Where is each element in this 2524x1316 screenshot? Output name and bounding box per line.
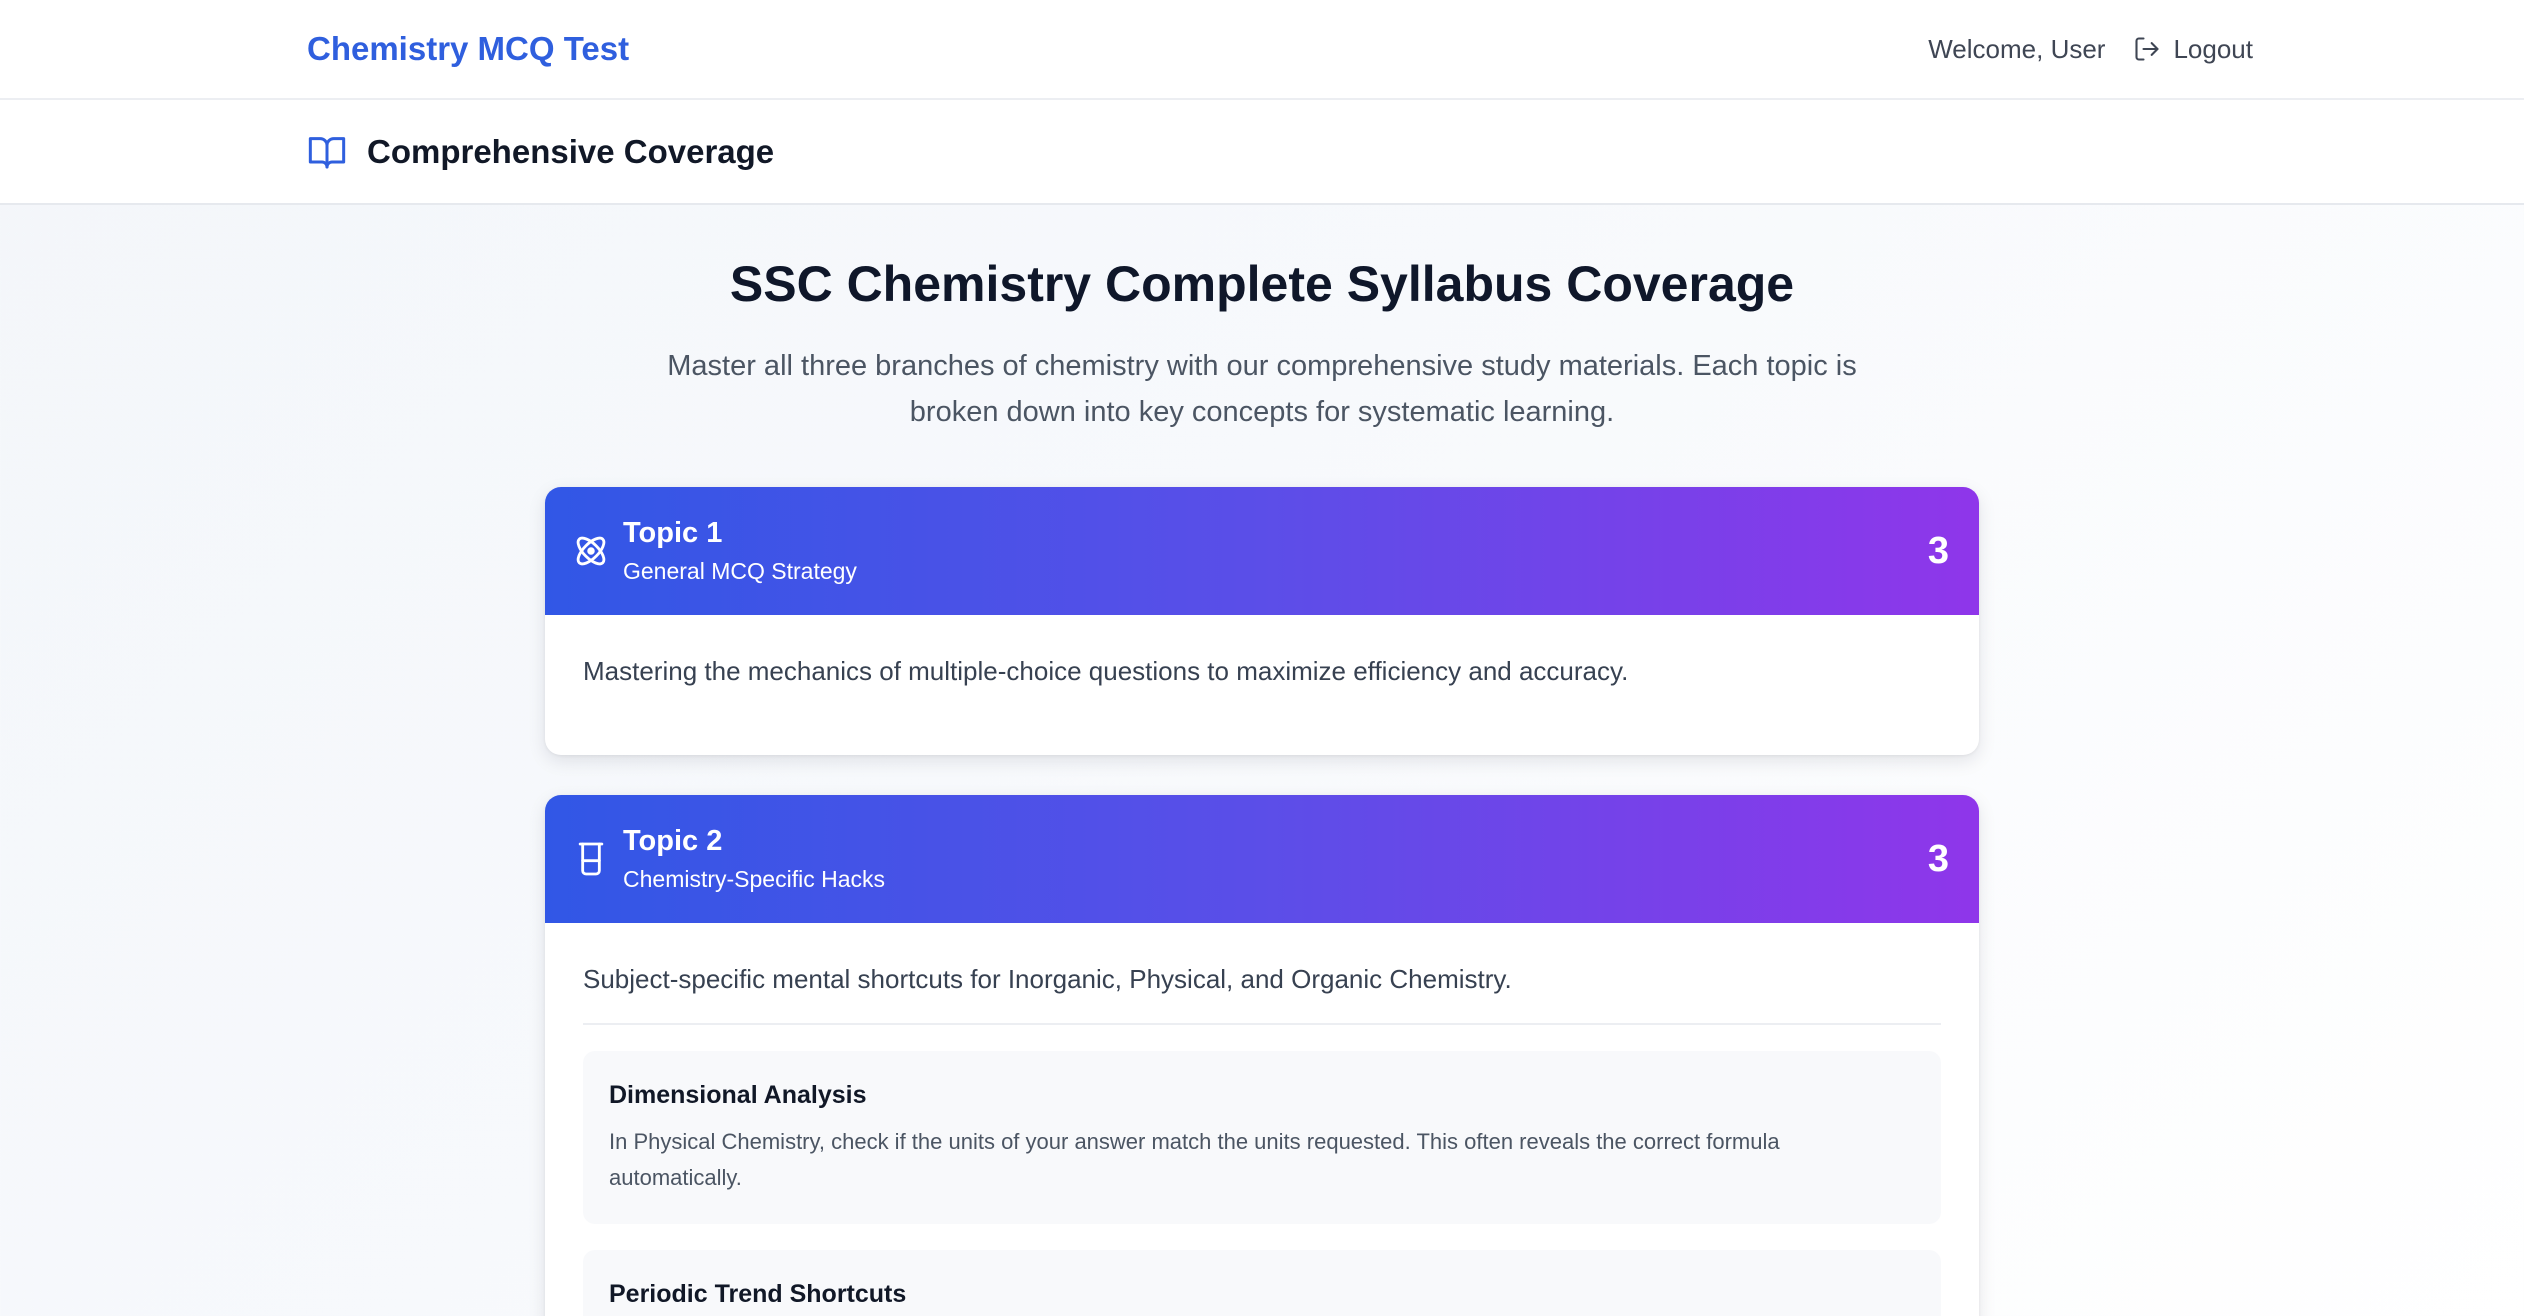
concept-item: Dimensional Analysis In Physical Chemist… xyxy=(583,1051,1941,1224)
logout-icon xyxy=(2135,37,2160,61)
section-header: Comprehensive Coverage xyxy=(0,100,2524,205)
page-description: Master all three branches of chemistry w… xyxy=(667,350,1857,428)
topic-count: 3 xyxy=(1927,529,1949,572)
topic-card[interactable]: Topic 1 General MCQ Strategy 3 Mastering… xyxy=(545,487,1979,755)
book-open-icon xyxy=(308,136,346,168)
topic-card-body: Subject-specific mental shortcuts for In… xyxy=(545,923,1979,1316)
beaker-icon xyxy=(578,842,604,876)
concept-list: Dimensional Analysis In Physical Chemist… xyxy=(583,1025,1941,1316)
logout-button[interactable]: Logout xyxy=(2133,34,2253,65)
topic-card-header[interactable]: Topic 2 Chemistry-Specific Hacks 3 xyxy=(545,795,1979,923)
welcome-text: Welcome, User xyxy=(1928,33,2106,64)
section-title: Comprehensive Coverage xyxy=(367,132,775,170)
topic-subtitle: Chemistry-Specific Hacks xyxy=(623,866,885,892)
topic-count: 3 xyxy=(1927,837,1949,880)
concept-text: In Physical Chemistry, check if the unit… xyxy=(609,1129,1780,1190)
topic-card[interactable]: Topic 2 Chemistry-Specific Hacks 3 Subje… xyxy=(545,795,1979,1316)
user-area: Welcome, User Logout xyxy=(1928,34,2253,65)
page-title: SSC Chemistry Complete Syllabus Coverage xyxy=(729,256,1795,312)
topic-description: Subject-specific mental shortcuts for In… xyxy=(583,961,1941,1025)
topic-card-header[interactable]: Topic 1 General MCQ Strategy 3 xyxy=(545,487,1979,615)
topic-title: Topic 1 xyxy=(623,517,723,549)
brand-logo[interactable]: Chemistry MCQ Test xyxy=(307,30,629,68)
main-content: SSC Chemistry Complete Syllabus Coverage… xyxy=(545,205,1979,1316)
concept-item: Periodic Trend Shortcuts xyxy=(583,1250,1941,1316)
concept-title: Periodic Trend Shortcuts xyxy=(609,1280,907,1308)
atom-icon xyxy=(576,536,606,566)
logout-label: Logout xyxy=(2173,33,2253,64)
top-navbar: Chemistry MCQ Test Welcome, User Logout xyxy=(0,0,2524,100)
topic-card-body: Mastering the mechanics of multiple-choi… xyxy=(545,615,1979,755)
topic-description: Mastering the mechanics of multiple-choi… xyxy=(583,656,1629,686)
topic-title: Topic 2 xyxy=(623,825,723,857)
concept-title: Dimensional Analysis xyxy=(609,1081,867,1109)
topic-subtitle: General MCQ Strategy xyxy=(623,558,857,584)
